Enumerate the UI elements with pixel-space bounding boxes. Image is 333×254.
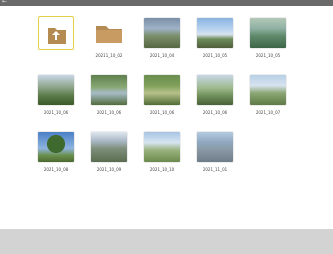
image-thumbnail xyxy=(38,75,74,105)
image-tile[interactable]: 2021_10_04 xyxy=(136,10,188,67)
image-thumbnail xyxy=(144,132,180,162)
image-tile[interactable]: 2021_10_06 xyxy=(83,67,135,124)
image-tile[interactable]: 2021_10_05 xyxy=(189,10,241,67)
image-tile[interactable]: 2021_10_08 xyxy=(30,124,82,181)
image-thumbnail xyxy=(144,18,180,48)
image-tile[interactable]: 2021_10_06 xyxy=(189,67,241,124)
tile-label: 2021_10_06 xyxy=(202,110,228,115)
image-tile[interactable]: 2021_11_01 xyxy=(189,124,241,181)
bottom-bar xyxy=(0,229,333,254)
image-thumbnail xyxy=(91,75,127,105)
image-thumbnail xyxy=(197,132,233,162)
file-browser: 20211_10_02 2021_10_04 2021_10_05 2021_1… xyxy=(0,6,333,229)
image-tile[interactable]: 2021_10_07 xyxy=(242,67,294,124)
image-tile[interactable]: 2021_10_05 xyxy=(242,10,294,67)
tile-label: 2021_10_04 xyxy=(149,53,175,58)
tile-label: 2021_11_01 xyxy=(202,167,228,172)
image-thumbnail xyxy=(197,75,233,105)
image-tile[interactable]: 2021_10_06 xyxy=(30,67,82,124)
image-thumbnail xyxy=(250,75,286,105)
up-folder-tile[interactable] xyxy=(30,10,82,67)
tile-label: 2021_10_08 xyxy=(43,167,69,172)
image-tile[interactable]: 2021_10_06 xyxy=(136,67,188,124)
tile-label: 2021_10_05 xyxy=(255,53,281,58)
tile-label: 2021_10_05 xyxy=(202,53,228,58)
tile-label: 2021_10_06 xyxy=(96,110,122,115)
image-thumbnail xyxy=(197,18,233,48)
thumbnail-grid: 20211_10_02 2021_10_04 2021_10_05 2021_1… xyxy=(30,10,320,181)
tile-label: 20211_10_02 xyxy=(95,53,123,58)
image-thumbnail xyxy=(38,132,74,162)
tile-label: 2021_10_09 xyxy=(96,167,122,172)
tile-label: 2021_10_07 xyxy=(255,110,281,115)
image-thumbnail xyxy=(144,75,180,105)
tile-label: 2021_10_06 xyxy=(149,110,175,115)
image-thumbnail xyxy=(250,18,286,48)
image-thumbnail xyxy=(91,132,127,162)
folder-up-icon xyxy=(38,16,74,50)
image-tile[interactable]: 2021_10_10 xyxy=(136,124,188,181)
folder-icon xyxy=(93,20,125,46)
tile-label: 2021_10_10 xyxy=(149,167,175,172)
titlebar-text: ← xyxy=(2,0,8,5)
folder-tile[interactable]: 20211_10_02 xyxy=(83,10,135,67)
image-tile[interactable]: 2021_10_09 xyxy=(83,124,135,181)
tile-label: 2021_10_06 xyxy=(43,110,69,115)
